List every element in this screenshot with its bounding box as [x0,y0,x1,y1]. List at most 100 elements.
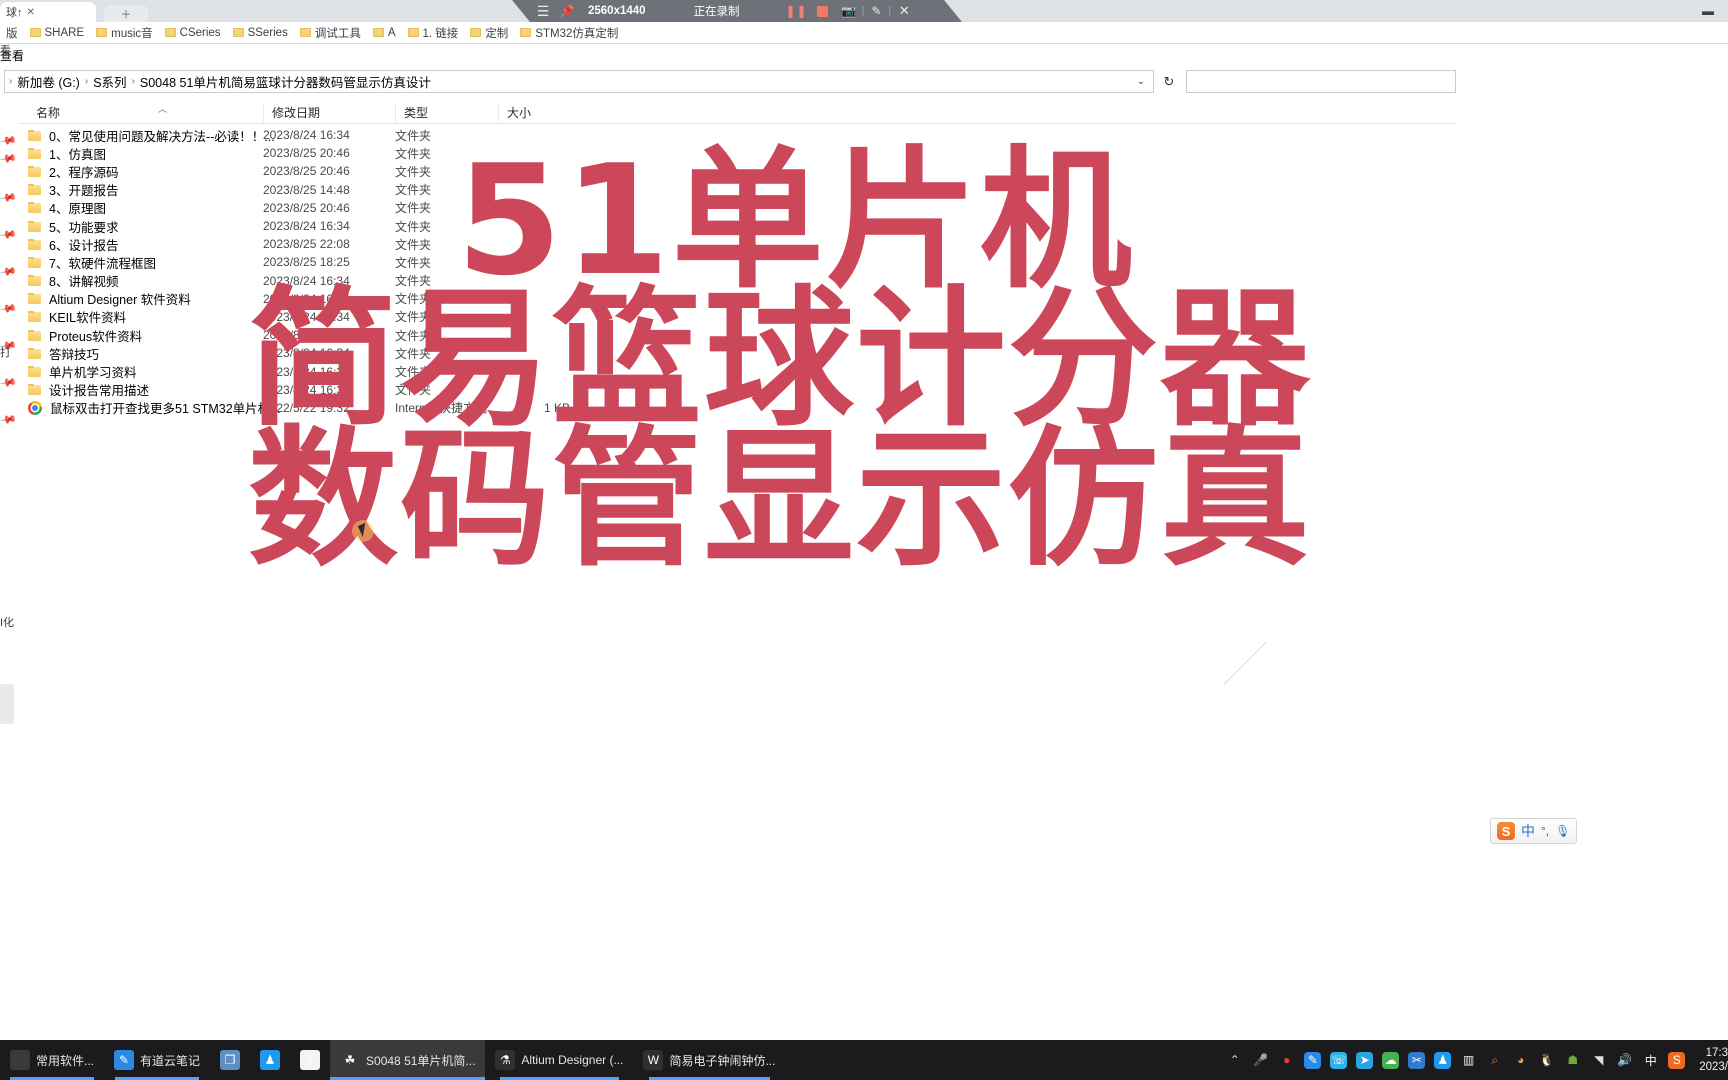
ime-floating-toolbar[interactable]: S 中 °, 🎙 [1490,818,1578,844]
background-window-text: 打 [0,347,11,359]
sogou-icon[interactable]: S [1668,1051,1686,1069]
scrollbar-thumb[interactable] [0,684,14,724]
column-header[interactable]: 大小 [498,104,531,122]
taskbar-item[interactable]: T [290,1040,330,1080]
search-input[interactable] [1186,70,1456,93]
wechat-icon[interactable]: ☁ [1382,1051,1400,1069]
clock[interactable]: 17:3 2023/ [1695,1046,1728,1075]
camera-icon[interactable]: 📷 [836,0,862,22]
close-icon[interactable]: ✕ [27,7,35,18]
tim-icon[interactable]: ♟ [1434,1051,1452,1069]
minimize-button[interactable]: ▬ [1688,0,1728,22]
left-gutter: 📌 📌 📌 📌 📌 📌 📌 📌 📌 看打 I化 [0,44,20,904]
file-row[interactable]: 8、讲解视频 2023/8/24 16:34 文件夹 [20,272,1456,290]
breadcrumb-item[interactable]: 新加卷 (G:) [14,72,83,91]
bookmark-item[interactable]: SHARE [24,23,91,43]
security-icon[interactable]: ☗ [1564,1052,1581,1069]
stop-icon[interactable] [810,0,836,22]
bookmark-item[interactable]: 1. 链接 [402,23,465,43]
pause-icon[interactable]: ❚❚ [784,0,810,22]
xmind-icon[interactable]: ▥ [1460,1052,1477,1069]
file-row[interactable]: Altium Designer 软件资料 2023/8/24 16:34 文件夹 [20,290,1456,308]
taskbar-item[interactable]: ☘ S0048 51单片机简... [330,1040,486,1080]
volume-icon[interactable]: 🔊 [1616,1052,1633,1069]
taskbar-item[interactable]: 常用软件... [0,1040,104,1080]
file-row[interactable]: 5、功能要求 2023/8/24 16:34 文件夹 [20,217,1456,235]
taskbar-item[interactable]: ⚗ Altium Designer (... [485,1040,633,1080]
microphone-icon[interactable]: 🎤 [1252,1052,1269,1069]
file-row[interactable]: KEIL软件资料 2023/8/24 16:34 文件夹 [20,308,1456,326]
pin-icon[interactable]: 📌 [0,226,17,244]
search-icon[interactable]: ⌕ [1486,1052,1503,1069]
bookmark-item[interactable]: 定制 [464,23,514,43]
wifi-icon[interactable]: ◥ [1590,1052,1607,1069]
browser-tab-title: 球↑ [6,7,23,19]
bookmark-item[interactable]: music音 [90,23,159,43]
pin-icon[interactable]: 📌 [0,411,17,429]
taskbar-item[interactable]: ❐ [210,1040,250,1080]
screenshot-icon[interactable]: ✂ [1408,1051,1426,1069]
refresh-button[interactable]: ↻ [1156,70,1182,93]
hamburger-menu-icon[interactable]: ☰ [530,0,556,22]
pin-icon[interactable]: 📌 [0,374,17,392]
chevron-down-icon[interactable]: ⌄ [1137,76,1151,87]
app-icon [10,1050,30,1070]
taskbar-item[interactable]: ♟ [250,1040,290,1080]
bookmark-item[interactable]: 调试工具 [294,23,367,43]
show-hidden-icons-icon[interactable]: ⌃ [1226,1052,1243,1069]
pin-icon[interactable]: 📌 [556,0,578,22]
background-window-text: 看 [0,45,11,57]
microphone-icon[interactable]: 🎙 [1555,824,1570,838]
file-row[interactable]: 鼠标双击打开查找更多51 STM32单片机... 2022/5/22 19:32 I… [20,399,1456,417]
file-row[interactable]: 答辩技巧 2023/8/24 16:34 文件夹 [20,344,1456,362]
bookmark-item[interactable]: STM32仿真定制 [514,23,624,43]
ime-mode-label[interactable]: 中 [1521,821,1535,841]
address-bar[interactable]: › 新加卷 (G:) › S系列 › S0048 51单片机简易篮球计分器数码管显示仿真设… [4,70,1154,93]
breadcrumb-item[interactable]: S0048 51单片机简易篮球计分器数码管显示仿真设计 [137,72,434,91]
file-row[interactable]: 4、原理图 2023/8/25 20:46 文件夹 [20,199,1456,217]
file-row[interactable]: 6、设计报告 2023/8/25 22:08 文件夹 [20,235,1456,253]
file-row[interactable]: 设计报告常用描述 2023/8/24 16:34 文件夹 [20,381,1456,399]
file-name-label: 2、程序源码 [49,165,119,180]
youdao-note-icon[interactable]: ✎ [1304,1051,1322,1069]
pin-icon[interactable]: 📌 [0,263,17,281]
column-header[interactable]: 名称 ︿ [28,104,167,122]
file-name-cell: 鼠标双击打开查找更多51 STM32单片机... [28,398,281,417]
bookmark-item[interactable]: SSeries [227,23,294,43]
bookmark-item[interactable]: CSeries [159,23,227,43]
close-icon[interactable]: ✕ [891,0,917,22]
pin-icon[interactable]: 📌 [0,300,17,318]
record-icon[interactable]: ● [1278,1052,1295,1069]
file-row[interactable]: 3、开题报告 2023/8/25 14:48 文件夹 [20,181,1456,199]
ime-mode-icon[interactable]: 中 [1642,1052,1659,1069]
bookmark-item[interactable]: 版 [0,23,24,43]
file-row[interactable]: 单片机学习资料 2023/8/24 16:34 文件夹 [20,362,1456,380]
qq-browser-icon[interactable]: ◕ [1512,1052,1529,1069]
file-date-cell: 2023/8/25 20:46 [263,164,350,179]
qq-penguin-icon[interactable]: 🐧 [1538,1052,1555,1069]
column-header[interactable]: 修改日期 [263,104,320,122]
file-row[interactable]: 0、常见使用问题及解决方法--必读！！... 2023/8/24 16:34 文件夹 [20,126,1456,144]
bookmark-item[interactable]: A [367,23,402,43]
file-date-cell: 2023/8/25 14:48 [263,182,350,197]
pin-icon[interactable]: 📌 [0,150,17,168]
pin-icon[interactable]: 📌 [0,132,17,150]
new-tab-button[interactable]: ＋ [104,5,148,22]
breadcrumb-item[interactable]: S系列 [90,72,129,91]
file-row[interactable]: Proteus软件资料 2023/8/24 16:34 文件夹 [20,326,1456,344]
column-header[interactable]: 类型 [395,104,428,122]
screen-recorder-toolbar: ☰ 📌 2560x1440 正在录制 ❚❚ 📷 | ✎ | ✕ [512,0,962,22]
ime-punctuation-toggle[interactable]: °, [1541,824,1549,838]
pin-icon[interactable]: 📌 [0,189,17,207]
telegram-icon[interactable]: ➤ [1356,1051,1374,1069]
file-date-cell: 2023/8/24 16:34 [263,382,350,397]
file-date-cell: 2023/8/24 16:34 [263,291,350,306]
wechat-work-icon[interactable]: ☏ [1330,1051,1348,1069]
browser-tab[interactable]: 球↑ ✕ [0,2,96,22]
taskbar-item[interactable]: ✎ 有道云笔记 [104,1040,210,1080]
taskbar-item[interactable]: W 简易电子钟闹钟仿... [633,1040,785,1080]
file-row[interactable]: 1、仿真图 2023/8/25 20:46 文件夹 [20,144,1456,162]
file-row[interactable]: 7、软硬件流程框图 2023/8/25 18:25 文件夹 [20,253,1456,271]
pen-icon[interactable]: ✎ [864,0,888,22]
file-row[interactable]: 2、程序源码 2023/8/25 20:46 文件夹 [20,162,1456,180]
